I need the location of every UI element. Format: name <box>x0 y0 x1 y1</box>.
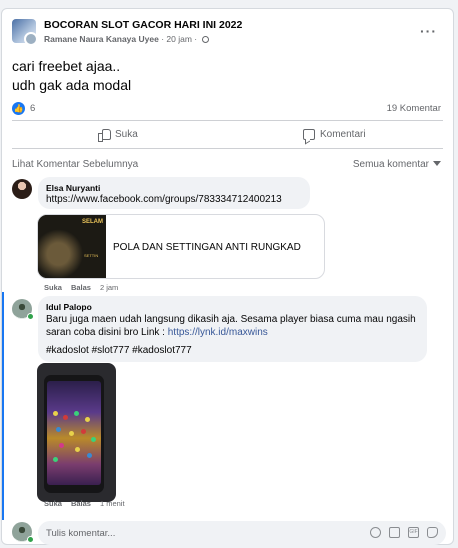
commenter-name[interactable]: Elsa Nuryanti <box>46 183 100 193</box>
post-stats: 👍 6 19 Komentar <box>12 102 441 118</box>
gem-icon <box>87 453 92 458</box>
comment-time[interactable]: 2 jam <box>100 283 118 292</box>
comment-reply-button[interactable]: Balas <box>71 499 91 508</box>
comment-icon <box>303 128 315 140</box>
like-count[interactable]: 6 <box>30 103 35 114</box>
thumbnail-subtext: SETTIN <box>84 253 99 258</box>
comment-link[interactable]: https://lynk.id/maxwins <box>168 327 268 338</box>
comment-text-line: Baru juga maen udah langsung dikasih aja… <box>46 314 416 325</box>
comment-time[interactable]: 1 menit <box>100 499 125 508</box>
slot-game-screen <box>47 381 101 485</box>
post-header: BOCORAN SLOT GACOR HARI INI 2022 Ramane … <box>12 19 443 49</box>
comment-reply-button[interactable]: Balas <box>71 283 91 292</box>
camera-icon[interactable] <box>389 527 400 538</box>
comment-count[interactable]: 19 Komentar <box>387 103 441 114</box>
post-text-line: udh gak ada modal <box>12 77 132 93</box>
gem-icon <box>53 457 58 462</box>
comment-button[interactable]: Komentari <box>303 123 366 145</box>
view-previous-comments[interactable]: Lihat Komentar Sebelumnya <box>12 159 138 170</box>
link-preview-title: POLA DAN SETTINGAN ANTI RUNGKAD <box>113 242 301 253</box>
comment-filter-dropdown[interactable]: Semua komentar <box>353 159 441 170</box>
post-card: BOCORAN SLOT GACOR HARI INI 2022 Ramane … <box>1 8 454 545</box>
gem-icon <box>59 443 64 448</box>
comment-input[interactable] <box>46 526 346 540</box>
like-reaction-icon[interactable]: 👍 <box>12 102 25 115</box>
post-text-line: cari freebet ajaa.. <box>12 58 121 74</box>
online-status-icon <box>27 313 34 320</box>
online-status-icon <box>27 536 34 543</box>
caret-down-icon <box>433 161 441 166</box>
post-meta: Ramane Naura Kanaya Uyee · 20 jam · <box>44 34 209 44</box>
comment-filter-label: Semua komentar <box>352 159 429 170</box>
meta-separator: · <box>161 34 165 44</box>
author-name[interactable]: Ramane Naura Kanaya Uyee <box>44 34 159 44</box>
gem-icon <box>56 427 61 432</box>
gem-icon <box>75 447 80 452</box>
comment-text: saran coba disini bro Link : <box>46 327 168 338</box>
gif-icon[interactable]: GIF <box>408 527 419 538</box>
comment-composer[interactable]: GIF <box>38 521 446 545</box>
commenter-name[interactable]: Idul Palopo <box>46 302 92 312</box>
post-text: cari freebet ajaa.. udh gak ada modal <box>12 57 131 95</box>
comment-button-label: Komentari <box>320 128 366 140</box>
gem-icon <box>74 411 79 416</box>
gem-icon <box>91 437 96 442</box>
comment-hashtags[interactable]: #kadoslot #slot777 #kadoslot777 <box>46 345 192 356</box>
gem-icon <box>63 415 68 420</box>
comment-like-button[interactable]: Suka <box>44 283 62 292</box>
gem-icon <box>53 411 58 416</box>
divider <box>12 120 443 121</box>
emoji-icon[interactable] <box>370 527 381 538</box>
thumbnail-text: SELAM <box>82 219 103 225</box>
comment-bubble: Idul Palopo Baru juga maen udah langsung… <box>38 296 427 362</box>
phone-image <box>44 375 104 493</box>
link-preview-thumbnail: SELAM SETTIN <box>38 215 106 278</box>
group-name[interactable]: BOCORAN SLOT GACOR HARI INI 2022 <box>44 19 242 31</box>
gem-icon <box>81 429 86 434</box>
sticker-icon[interactable] <box>427 527 438 538</box>
gem-icon <box>85 417 90 422</box>
comment-actions: Suka Balas 2 jam <box>44 283 118 292</box>
globe-icon <box>201 36 209 43</box>
like-button-label: Suka <box>115 128 138 140</box>
more-options-button[interactable]: ··· <box>420 23 437 39</box>
comment-bubble: Elsa Nuryanti https://www.facebook.com/g… <box>38 177 310 209</box>
link-preview-card[interactable]: SELAM SETTIN POLA DAN SETTINGAN ANTI RUN… <box>37 214 325 279</box>
comment-text-line: saran coba disini bro Link : https://lyn… <box>46 327 268 338</box>
post-time[interactable]: 20 jam <box>166 34 192 44</box>
comment-video[interactable] <box>37 363 116 502</box>
thumbs-up-icon <box>98 128 111 142</box>
like-button[interactable]: Suka <box>98 123 138 145</box>
meta-separator: · <box>194 34 198 44</box>
avatar[interactable] <box>12 179 32 199</box>
gem-icon <box>69 431 74 436</box>
divider <box>12 148 443 149</box>
thread-indicator <box>2 292 4 520</box>
author-avatar[interactable] <box>24 32 38 46</box>
comment-link[interactable]: https://www.facebook.com/groups/78333471… <box>46 194 282 205</box>
comment-actions: Suka Balas 1 menit <box>44 499 125 508</box>
comment-like-button[interactable]: Suka <box>44 499 62 508</box>
